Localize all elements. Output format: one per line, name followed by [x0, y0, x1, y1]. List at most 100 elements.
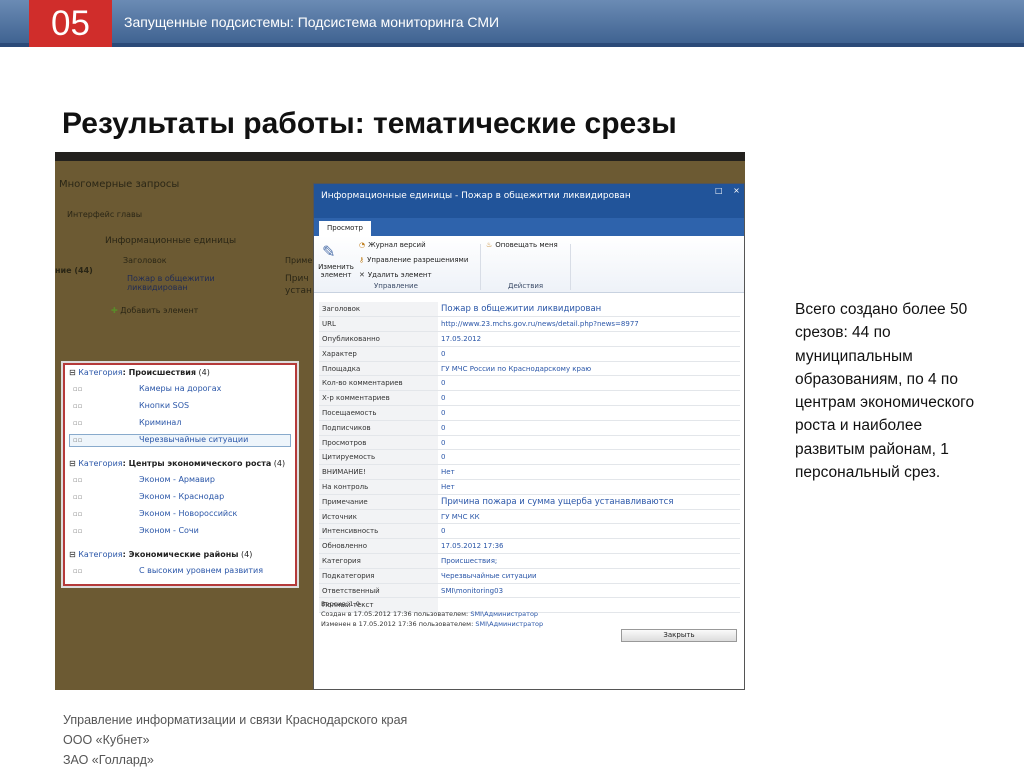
category-group-header[interactable]: ⊟ Категория: Экономические районы (4) [69, 550, 252, 559]
property-row: Просмотров 0 [319, 435, 740, 451]
property-value: 17.05.2012 [438, 331, 740, 347]
property-label: Характер [319, 346, 438, 362]
property-value: 0 [438, 420, 740, 436]
background-topbar [55, 152, 745, 161]
category-group-header[interactable]: ⊟ Категория: Центры экономического роста… [69, 459, 285, 468]
property-row: Площадка ГУ МЧС России по Краснодарскому … [319, 361, 740, 377]
property-row: Примечание Причина пожара и сумма ущерба … [319, 494, 740, 510]
modified-text: Изменен в 17.05.2012 17:36 пользователем… [321, 620, 474, 628]
property-value[interactable]: ГУ МЧС России по Краснодарскому краю [438, 361, 740, 377]
property-label: Просмотров [319, 435, 438, 451]
edit-item-icon: ✎ [322, 242, 336, 261]
item-icon: ▫▫ [73, 402, 83, 410]
col-header-note[interactable]: Приме [285, 256, 312, 265]
category-name: : Происшествия [122, 368, 196, 377]
property-label: URL [319, 316, 438, 333]
background-item-link[interactable]: Пожар в общежитии ликвидирован [127, 274, 219, 292]
background-item-note2: устан [285, 286, 312, 296]
header-underline [0, 43, 1024, 47]
item-icon: ▫▫ [73, 385, 83, 393]
property-value: 17.05.2012 17:36 [438, 538, 740, 555]
property-row: Интенсивность 0 [319, 523, 740, 540]
property-label: На контроль [319, 479, 438, 495]
item-dialog: Информационные единицы - Пожар в общежит… [313, 183, 745, 690]
category-item[interactable]: Криминал [139, 418, 181, 427]
list-title: Информационные единицы [105, 236, 237, 246]
subnav-link[interactable]: Интерфейс главы [67, 210, 142, 219]
permissions-button[interactable]: ⚷ Управление разрешениями [359, 256, 468, 264]
item-icon: ▫▫ [73, 527, 83, 535]
property-value: 0 [438, 435, 740, 451]
category-group-header[interactable]: ⊟ Категория: Происшествия (4) [69, 368, 210, 377]
property-row: Обновленно 17.05.2012 17:36 [319, 538, 740, 555]
edit-item-button[interactable]: Изменить элемент [316, 263, 356, 279]
property-label: Примечание [319, 494, 438, 510]
collapse-icon: ⊟ [69, 550, 79, 559]
nav-title[interactable]: Многомерные запросы [59, 179, 179, 190]
slide-heading: Результаты работы: тематические срезы [62, 107, 677, 140]
add-item-label: Добавить элемент [120, 306, 199, 315]
category-item[interactable]: Кнопки SOS [139, 401, 189, 410]
ribbon-group-manage: Управление [374, 282, 418, 290]
notify-me-button[interactable]: ♨ Оповещать меня [486, 241, 558, 249]
ribbon-separator [570, 244, 571, 290]
slide-number: 05 [29, 0, 112, 47]
header-title: Запущенные подсистемы: Подсистема монито… [124, 14, 500, 30]
footer-line: Управление информатизации и связи Красно… [63, 713, 408, 727]
category-item[interactable]: Эконом - Краснодар [139, 492, 224, 501]
property-label: Подписчиков [319, 420, 438, 436]
item-icon: ▫▫ [73, 419, 83, 427]
property-row: Цитируемость 0 [319, 449, 740, 466]
background-item-note: Прич [285, 274, 309, 284]
ribbon-group-actions: Действия [508, 282, 544, 290]
close-button[interactable]: Закрыть [621, 629, 737, 642]
property-value: Нет [438, 479, 740, 495]
ribbon-tabbar: Просмотр [314, 218, 744, 236]
property-label: Интенсивность [319, 523, 438, 540]
category-item[interactable]: Черезвычайные ситуации [139, 435, 248, 444]
category-item[interactable]: Эконом - Новороссийск [139, 509, 237, 518]
property-value: 0 [438, 449, 740, 466]
col-header-title[interactable]: Заголовок [123, 256, 167, 265]
property-row: URL http://www.23.mchs.gov.ru/news/detail… [319, 316, 740, 333]
property-value[interactable]: Происшествия; [438, 553, 740, 569]
category-prefix: Категория [78, 550, 123, 559]
property-value: 0 [438, 523, 740, 540]
dialog-title: Информационные единицы - Пожар в общежит… [321, 191, 631, 201]
property-value: 0 [438, 405, 740, 421]
property-label: Категория [319, 553, 438, 569]
property-row: Посещаемость 0 [319, 405, 740, 421]
property-row: Подкатегория Черезвычайные ситуации [319, 568, 740, 584]
property-label: Площадка [319, 361, 438, 377]
property-value[interactable]: http://www.23.mchs.gov.ru/news/detail.ph… [438, 316, 740, 333]
category-item[interactable]: С высоким уровнем развития [139, 566, 263, 575]
property-row: Характер 0 [319, 346, 740, 362]
add-item-link[interactable]: ✚ Добавить элемент [111, 306, 198, 315]
delete-item-button[interactable]: ✕ Удалить элемент [359, 271, 432, 279]
category-item[interactable]: Эконом - Сочи [139, 526, 199, 535]
created-user-link[interactable]: SMI\Администратор [470, 610, 538, 618]
collapse-icon: ⊟ [69, 368, 79, 377]
property-value: 0 [438, 346, 740, 362]
property-value[interactable]: SMI\monitoring03 [438, 583, 740, 599]
version-info: Версия: 1.0 [321, 600, 360, 608]
category-item[interactable]: Эконом - Армавир [139, 475, 215, 484]
tab-view[interactable]: Просмотр [319, 221, 371, 236]
property-row: Категория Происшествия; [319, 553, 740, 569]
category-name: : Центры экономического роста [122, 459, 272, 468]
version-log-button[interactable]: ◔ Журнал версий [359, 241, 426, 249]
property-label: Источник [319, 509, 438, 525]
modified-user-link[interactable]: SMI\Администратор [475, 620, 543, 628]
collapse-icon: ⊟ [69, 459, 79, 468]
modified-info: Изменен в 17.05.2012 17:36 пользователем… [321, 620, 543, 628]
property-row: Х-р комментариев 0 [319, 390, 740, 407]
history-icon: ◔ [359, 241, 366, 249]
notify-me-label: Оповещать меня [495, 241, 558, 249]
item-icon: ▫▫ [73, 510, 83, 518]
created-info: Создан в 17.05.2012 17:36 пользователем:… [321, 610, 538, 618]
property-value[interactable]: Черезвычайные ситуации [438, 568, 740, 584]
property-row: Заголовок Пожар в общежитии ликвидирован [319, 302, 740, 318]
property-label: ВНИМАНИЕ! [319, 464, 438, 481]
category-item[interactable]: Камеры на дорогах [139, 384, 221, 393]
window-buttons[interactable]: □ × [715, 186, 744, 195]
